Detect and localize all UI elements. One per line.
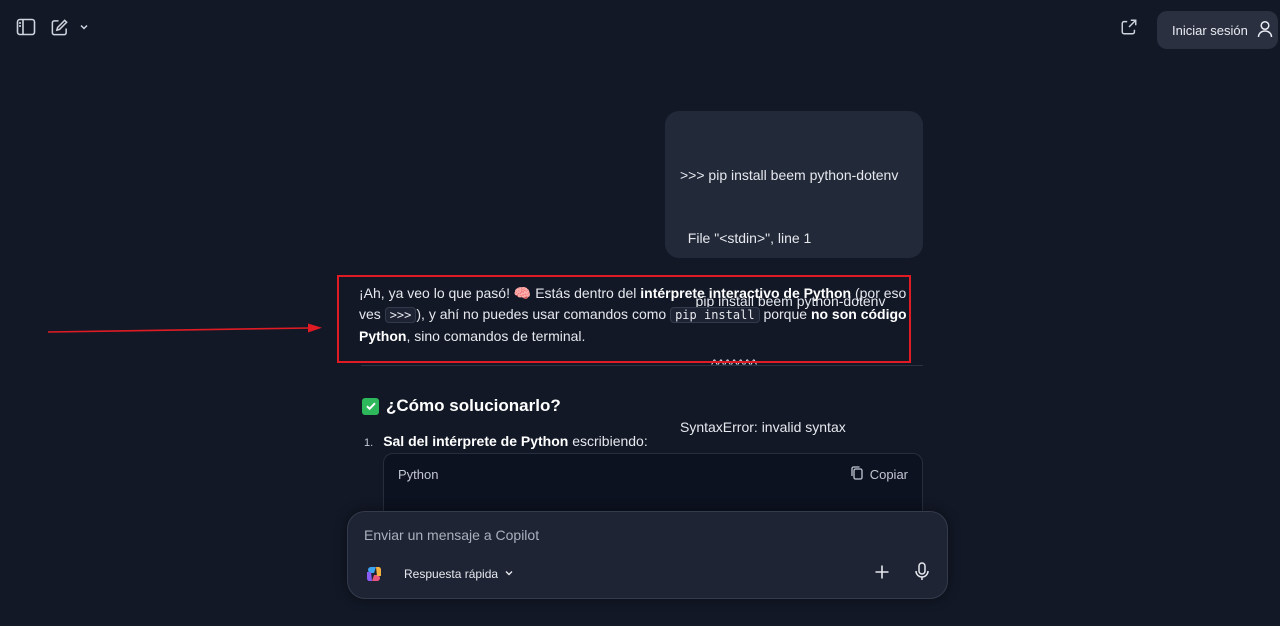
top-bar: Iniciar sesión	[0, 0, 1280, 58]
microphone-button[interactable]	[910, 562, 934, 586]
inline-code-prompt: >>>	[384, 307, 417, 323]
microphone-icon	[914, 562, 930, 586]
list-item-text: escribiendo:	[568, 433, 648, 449]
list-item-bold-text: Sal del intérprete de Python	[383, 433, 569, 449]
copilot-logo-icon	[364, 564, 384, 584]
new-chat-icon[interactable]	[47, 15, 71, 39]
add-attachment-button[interactable]	[870, 562, 894, 586]
sidebar-toggle-icon[interactable]	[14, 15, 38, 39]
answer-text: porque	[759, 306, 811, 322]
copy-icon	[851, 465, 863, 483]
response-mode-label: Respuesta rápida	[404, 567, 499, 581]
user-message-line: File "<stdin>", line 1	[680, 230, 812, 246]
brain-emoji-icon: 🧠	[513, 285, 532, 301]
answer-text: ¡Ah, ya veo lo que pasó!	[359, 285, 514, 301]
assistant-answer-paragraph: ¡Ah, ya veo lo que pasó! 🧠 Estás dentro …	[359, 283, 919, 347]
message-input[interactable]	[364, 524, 924, 546]
code-block-header: Python Copiar	[384, 454, 922, 494]
sign-in-label: Iniciar sesión	[1172, 22, 1248, 38]
user-message-bubble: >>> pip install beem python-dotenv File …	[665, 111, 923, 498]
chevron-down-icon	[504, 567, 514, 581]
inline-code-pip-install: pip install	[670, 307, 760, 323]
divider	[361, 365, 923, 366]
answer-text: Estás dentro del	[531, 285, 641, 301]
sign-in-button[interactable]: Iniciar sesión	[1157, 11, 1278, 49]
check-mark-icon	[362, 397, 379, 415]
plus-icon	[874, 564, 890, 585]
list-item: 1. Sal del intérprete de Python escribien…	[364, 431, 648, 454]
message-composer: Respuesta rápida	[347, 511, 948, 599]
composer-toolbar: Respuesta rápida	[364, 564, 514, 584]
annotation-arrow	[47, 323, 322, 333]
copy-label: Copiar	[869, 466, 908, 482]
user-message-line: SyntaxError: invalid syntax	[680, 419, 846, 435]
answer-bold-text: intérprete interactivo de Python	[640, 285, 852, 301]
response-mode-dropdown[interactable]: Respuesta rápida	[404, 567, 514, 581]
code-language-label: Python	[398, 466, 439, 482]
copy-button[interactable]: Copiar	[851, 465, 908, 483]
share-icon[interactable]	[1117, 15, 1141, 39]
answer-text: ), y ahí no puedes usar comandos como	[416, 306, 671, 322]
user-message-line: >>> pip install beem python-dotenv	[680, 167, 899, 183]
chevron-down-icon[interactable]	[72, 15, 96, 39]
section-heading: ¿Cómo solucionarlo?	[362, 396, 561, 416]
section-heading-text: ¿Cómo solucionarlo?	[386, 396, 561, 415]
answer-text: , sino comandos de terminal.	[406, 328, 586, 344]
list-item-number: 1.	[364, 437, 374, 449]
user-icon	[1257, 20, 1273, 41]
